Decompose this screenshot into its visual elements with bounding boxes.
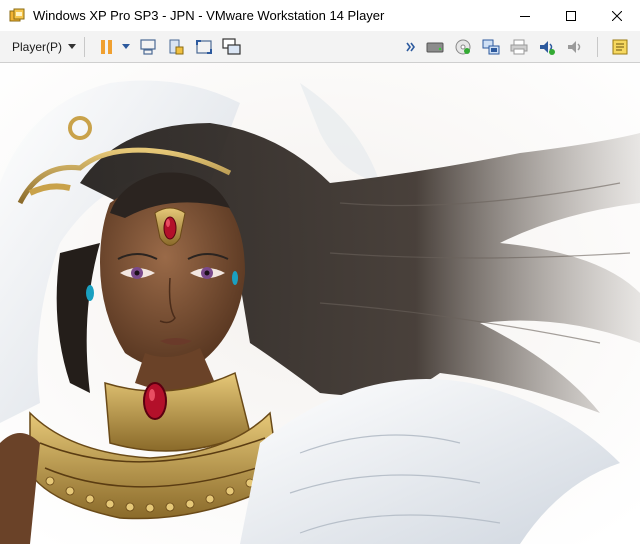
printer-button[interactable]: [508, 36, 530, 58]
desktop-wallpaper-image: [0, 63, 640, 544]
sound-card-button[interactable]: [536, 36, 558, 58]
usb-sound-icon: [568, 41, 581, 53]
maximize-icon: [566, 10, 576, 21]
network-adapter-button[interactable]: [480, 36, 502, 58]
pause-button[interactable]: [96, 36, 118, 58]
close-icon: [612, 10, 622, 21]
hard-disk-button[interactable]: [424, 36, 446, 58]
message-log-button[interactable]: [609, 36, 631, 58]
maximize-button[interactable]: [548, 0, 594, 31]
toolbar: Player(P): [0, 31, 640, 63]
chevron-down-icon: [68, 44, 77, 49]
more-devices-button[interactable]: [404, 36, 418, 58]
full-screen-icon: [196, 39, 213, 54]
vmware-player-icon: [9, 8, 25, 21]
removable-devices-button[interactable]: [165, 36, 187, 58]
full-screen-button[interactable]: [193, 36, 215, 58]
guest-display[interactable]: [0, 63, 640, 544]
vmware-player-window: Windows XP Pro SP3 - JPN - VMware Workst…: [0, 0, 640, 544]
cd-dvd-icon: [455, 39, 471, 55]
close-button[interactable]: [594, 0, 640, 31]
cd-dvd-button[interactable]: [452, 36, 474, 58]
network-adapter-icon: [482, 39, 500, 55]
usb-sound-button[interactable]: [564, 36, 586, 58]
sound-card-icon: [540, 41, 555, 55]
minimize-button[interactable]: [502, 0, 548, 31]
send-ctrl-alt-del-button[interactable]: [137, 36, 159, 58]
title-bar[interactable]: Windows XP Pro SP3 - JPN - VMware Workst…: [0, 0, 640, 31]
toolbar-divider: [597, 37, 598, 57]
send-ctrl-alt-del-icon: [140, 38, 156, 55]
window-title: Windows XP Pro SP3 - JPN - VMware Workst…: [33, 8, 385, 23]
removable-devices-icon: [169, 39, 184, 54]
minimize-icon: [520, 15, 530, 17]
pause-options-dropdown[interactable]: [121, 36, 131, 58]
player-menu-button[interactable]: Player(P): [12, 36, 77, 58]
hard-disk-icon: [426, 42, 444, 53]
window-controls: [502, 0, 640, 31]
unity-icon: [222, 37, 241, 55]
player-menu-label: Player(P): [12, 39, 63, 54]
pause-icon: [101, 39, 113, 54]
more-chevron-icon: [406, 42, 415, 52]
toolbar-divider: [84, 36, 86, 57]
toolbar-device-group: [401, 31, 634, 63]
dropdown-arrow-icon: [122, 43, 131, 49]
message-log-icon: [612, 39, 628, 55]
printer-icon: [510, 39, 528, 55]
unity-button[interactable]: [221, 36, 243, 58]
